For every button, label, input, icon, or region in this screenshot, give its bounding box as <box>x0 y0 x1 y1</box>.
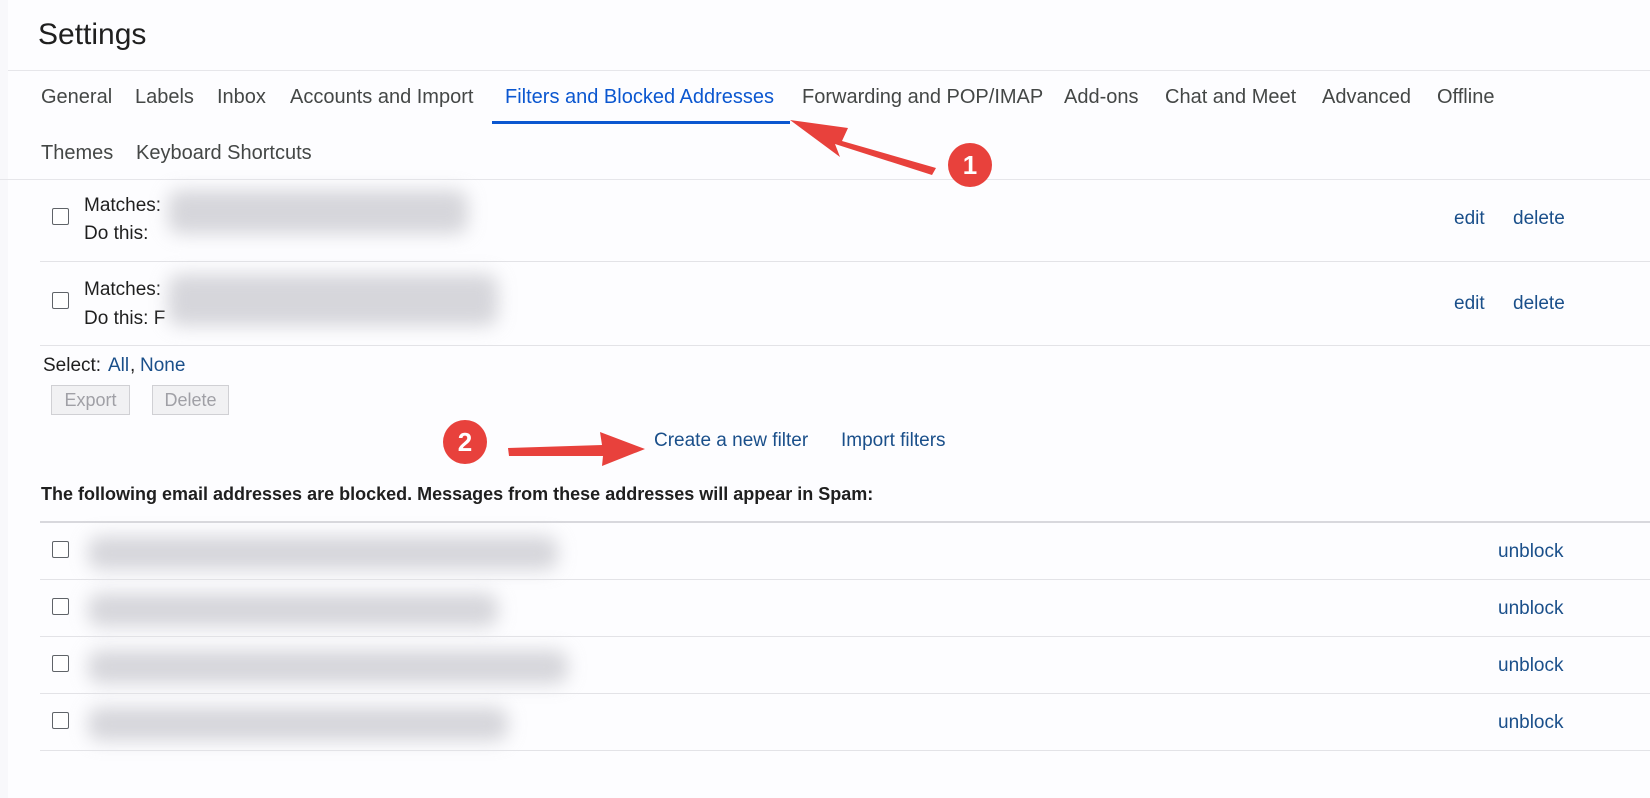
active-tab-indicator <box>492 121 790 124</box>
step-2-badge: 2 <box>443 420 487 464</box>
tab-keyboard-shortcuts[interactable]: Keyboard Shortcuts <box>136 142 312 165</box>
redacted-email-address <box>88 536 558 570</box>
row-divider <box>40 693 1650 694</box>
edit-filter-link[interactable]: edit <box>1454 208 1485 230</box>
redacted-email-address <box>88 650 568 684</box>
header-divider <box>8 70 1650 71</box>
row-divider <box>40 636 1650 637</box>
tab-general[interactable]: General <box>41 86 112 109</box>
blocked-checkbox[interactable] <box>52 712 69 729</box>
tab-labels[interactable]: Labels <box>135 86 194 109</box>
blocked-checkbox[interactable] <box>52 541 69 558</box>
unblock-link[interactable]: unblock <box>1498 541 1564 563</box>
tab-offline[interactable]: Offline <box>1437 86 1494 109</box>
step-1-badge: 1 <box>948 143 992 187</box>
unblock-link[interactable]: unblock <box>1498 655 1564 677</box>
delete-filter-link[interactable]: delete <box>1513 208 1565 230</box>
redacted-filter-criteria <box>168 274 498 326</box>
redacted-email-address <box>88 707 508 741</box>
blocked-checkbox[interactable] <box>52 598 69 615</box>
edit-filter-link[interactable]: edit <box>1454 293 1485 315</box>
select-none-link[interactable]: None <box>140 355 185 377</box>
filter-checkbox[interactable] <box>52 292 69 309</box>
row-divider <box>40 345 1650 346</box>
page-title: Settings <box>38 18 147 51</box>
redacted-filter-criteria <box>168 190 468 234</box>
delete-filter-link[interactable]: delete <box>1513 293 1565 315</box>
blocked-checkbox[interactable] <box>52 655 69 672</box>
unblock-link[interactable]: unblock <box>1498 712 1564 734</box>
filter-checkbox[interactable] <box>52 208 69 225</box>
redacted-email-address <box>88 593 498 627</box>
tab-add-ons[interactable]: Add-ons <box>1064 86 1139 109</box>
import-filters-link[interactable]: Import filters <box>841 430 946 452</box>
select-label: Select: <box>43 355 102 376</box>
row-divider <box>40 579 1650 580</box>
blocked-addresses-heading: The following email addresses are blocke… <box>41 484 874 504</box>
tab-inbox[interactable]: Inbox <box>217 86 266 109</box>
row-divider <box>40 261 1650 262</box>
select-separator: , <box>130 355 136 376</box>
tab-forwarding-and-pop-imap[interactable]: Forwarding and POP/IMAP <box>802 86 1043 109</box>
tab-chat-and-meet[interactable]: Chat and Meet <box>1165 86 1296 109</box>
select-all-link[interactable]: All <box>108 355 129 377</box>
filter-action-label: Do this: <box>84 223 149 244</box>
filter-matches-label: Matches: <box>84 195 162 216</box>
tab-themes[interactable]: Themes <box>41 142 113 165</box>
export-button[interactable]: Export <box>51 385 130 415</box>
delete-button[interactable]: Delete <box>152 385 229 415</box>
filter-matches-label: Matches: <box>84 279 162 300</box>
tab-accounts-and-import[interactable]: Accounts and Import <box>290 86 473 109</box>
tab-advanced[interactable]: Advanced <box>1322 86 1411 109</box>
row-divider <box>40 521 1650 523</box>
unblock-link[interactable]: unblock <box>1498 598 1564 620</box>
row-divider <box>40 750 1650 751</box>
tab-filters-and-blocked-addresses[interactable]: Filters and Blocked Addresses <box>505 86 774 109</box>
tabs-divider <box>0 179 1650 180</box>
filter-action-label: Do this: F <box>84 308 166 329</box>
create-new-filter-link[interactable]: Create a new filter <box>654 430 808 452</box>
